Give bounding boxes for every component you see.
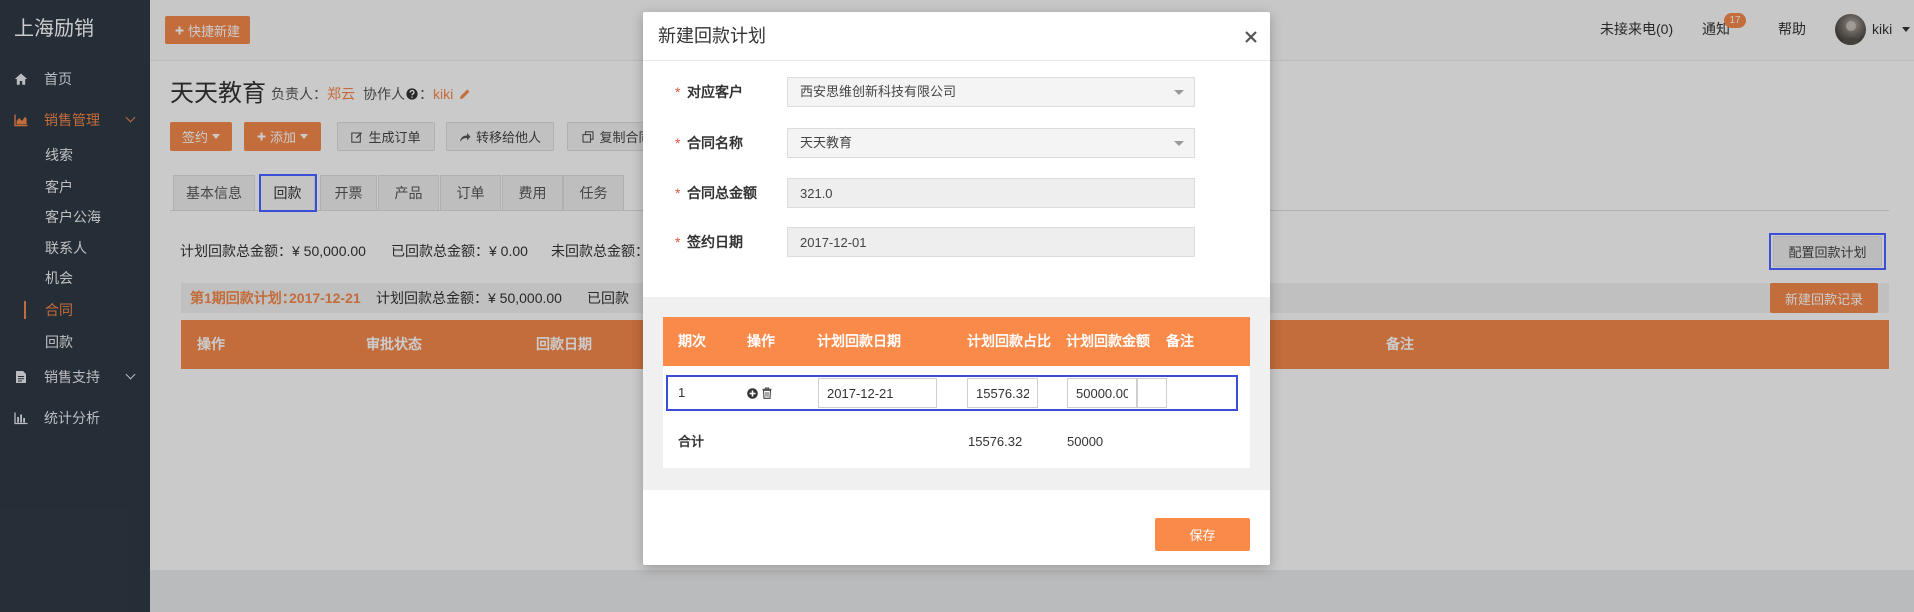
- contract-name-select-value: 天天教育: [800, 135, 853, 150]
- dialog-title: 新建回款计划: [658, 26, 766, 46]
- new-payment-plan-dialog: 新建回款计划 * 对应客户 西安思维创新科技有限公司 * 合同名称 天天教育 *…: [643, 12, 1270, 565]
- plan-note-input[interactable]: [1137, 378, 1167, 408]
- sign-date-label: 签约日期: [687, 234, 743, 250]
- plan-table-body: 1 合计 15576.32 50000: [663, 366, 1250, 468]
- dialog-header: 新建回款计划: [643, 12, 1270, 61]
- trash-icon[interactable]: [762, 387, 772, 399]
- column-header: 备注: [1166, 333, 1194, 349]
- caret-down-icon: [1174, 141, 1184, 146]
- contract-amount-field[interactable]: [787, 178, 1195, 208]
- customer-select-value: 西安思维创新科技有限公司: [800, 84, 957, 99]
- total-label: 合计: [678, 434, 705, 449]
- plus-circle-icon[interactable]: [747, 388, 758, 399]
- column-header: 期次: [678, 333, 706, 349]
- total-amount: 50000: [1067, 434, 1104, 449]
- column-header: 操作: [747, 333, 775, 349]
- contract-name-select[interactable]: 天天教育: [787, 128, 1195, 158]
- plan-table: 期次 操作 计划回款日期 计划回款占比 计划回款金额 备注 1 2017-12-…: [663, 317, 1250, 468]
- column-header: 计划回款金额: [1066, 333, 1150, 349]
- plan-ratio-input[interactable]: [967, 378, 1038, 408]
- required-mark: *: [675, 234, 681, 250]
- required-mark: *: [675, 185, 681, 201]
- column-header: 计划回款日期: [817, 333, 901, 349]
- close-icon[interactable]: [1244, 30, 1258, 44]
- required-mark: *: [675, 84, 681, 100]
- customer-select[interactable]: 西安思维创新科技有限公司: [787, 77, 1195, 107]
- contract-name-label: 合同名称: [687, 135, 743, 151]
- column-header: 计划回款占比: [967, 333, 1051, 349]
- plan-date-input[interactable]: [818, 378, 937, 408]
- plan-table-header: 期次 操作 计划回款日期 计划回款占比 计划回款金额 备注: [663, 317, 1250, 366]
- required-mark: *: [675, 135, 681, 151]
- customer-label: 对应客户: [687, 84, 743, 100]
- sign-date-field[interactable]: [787, 227, 1195, 257]
- plan-table-section: 期次 操作 计划回款日期 计划回款占比 计划回款金额 备注 1 2017-12-…: [643, 297, 1270, 490]
- save-button[interactable]: 保存: [1155, 518, 1250, 551]
- period-cell: 1: [678, 385, 686, 400]
- caret-down-icon: [1174, 90, 1184, 95]
- plan-amount-input[interactable]: [1067, 378, 1137, 408]
- contract-amount-label: 合同总金额: [687, 185, 757, 201]
- total-ratio: 15576.32: [968, 434, 1023, 449]
